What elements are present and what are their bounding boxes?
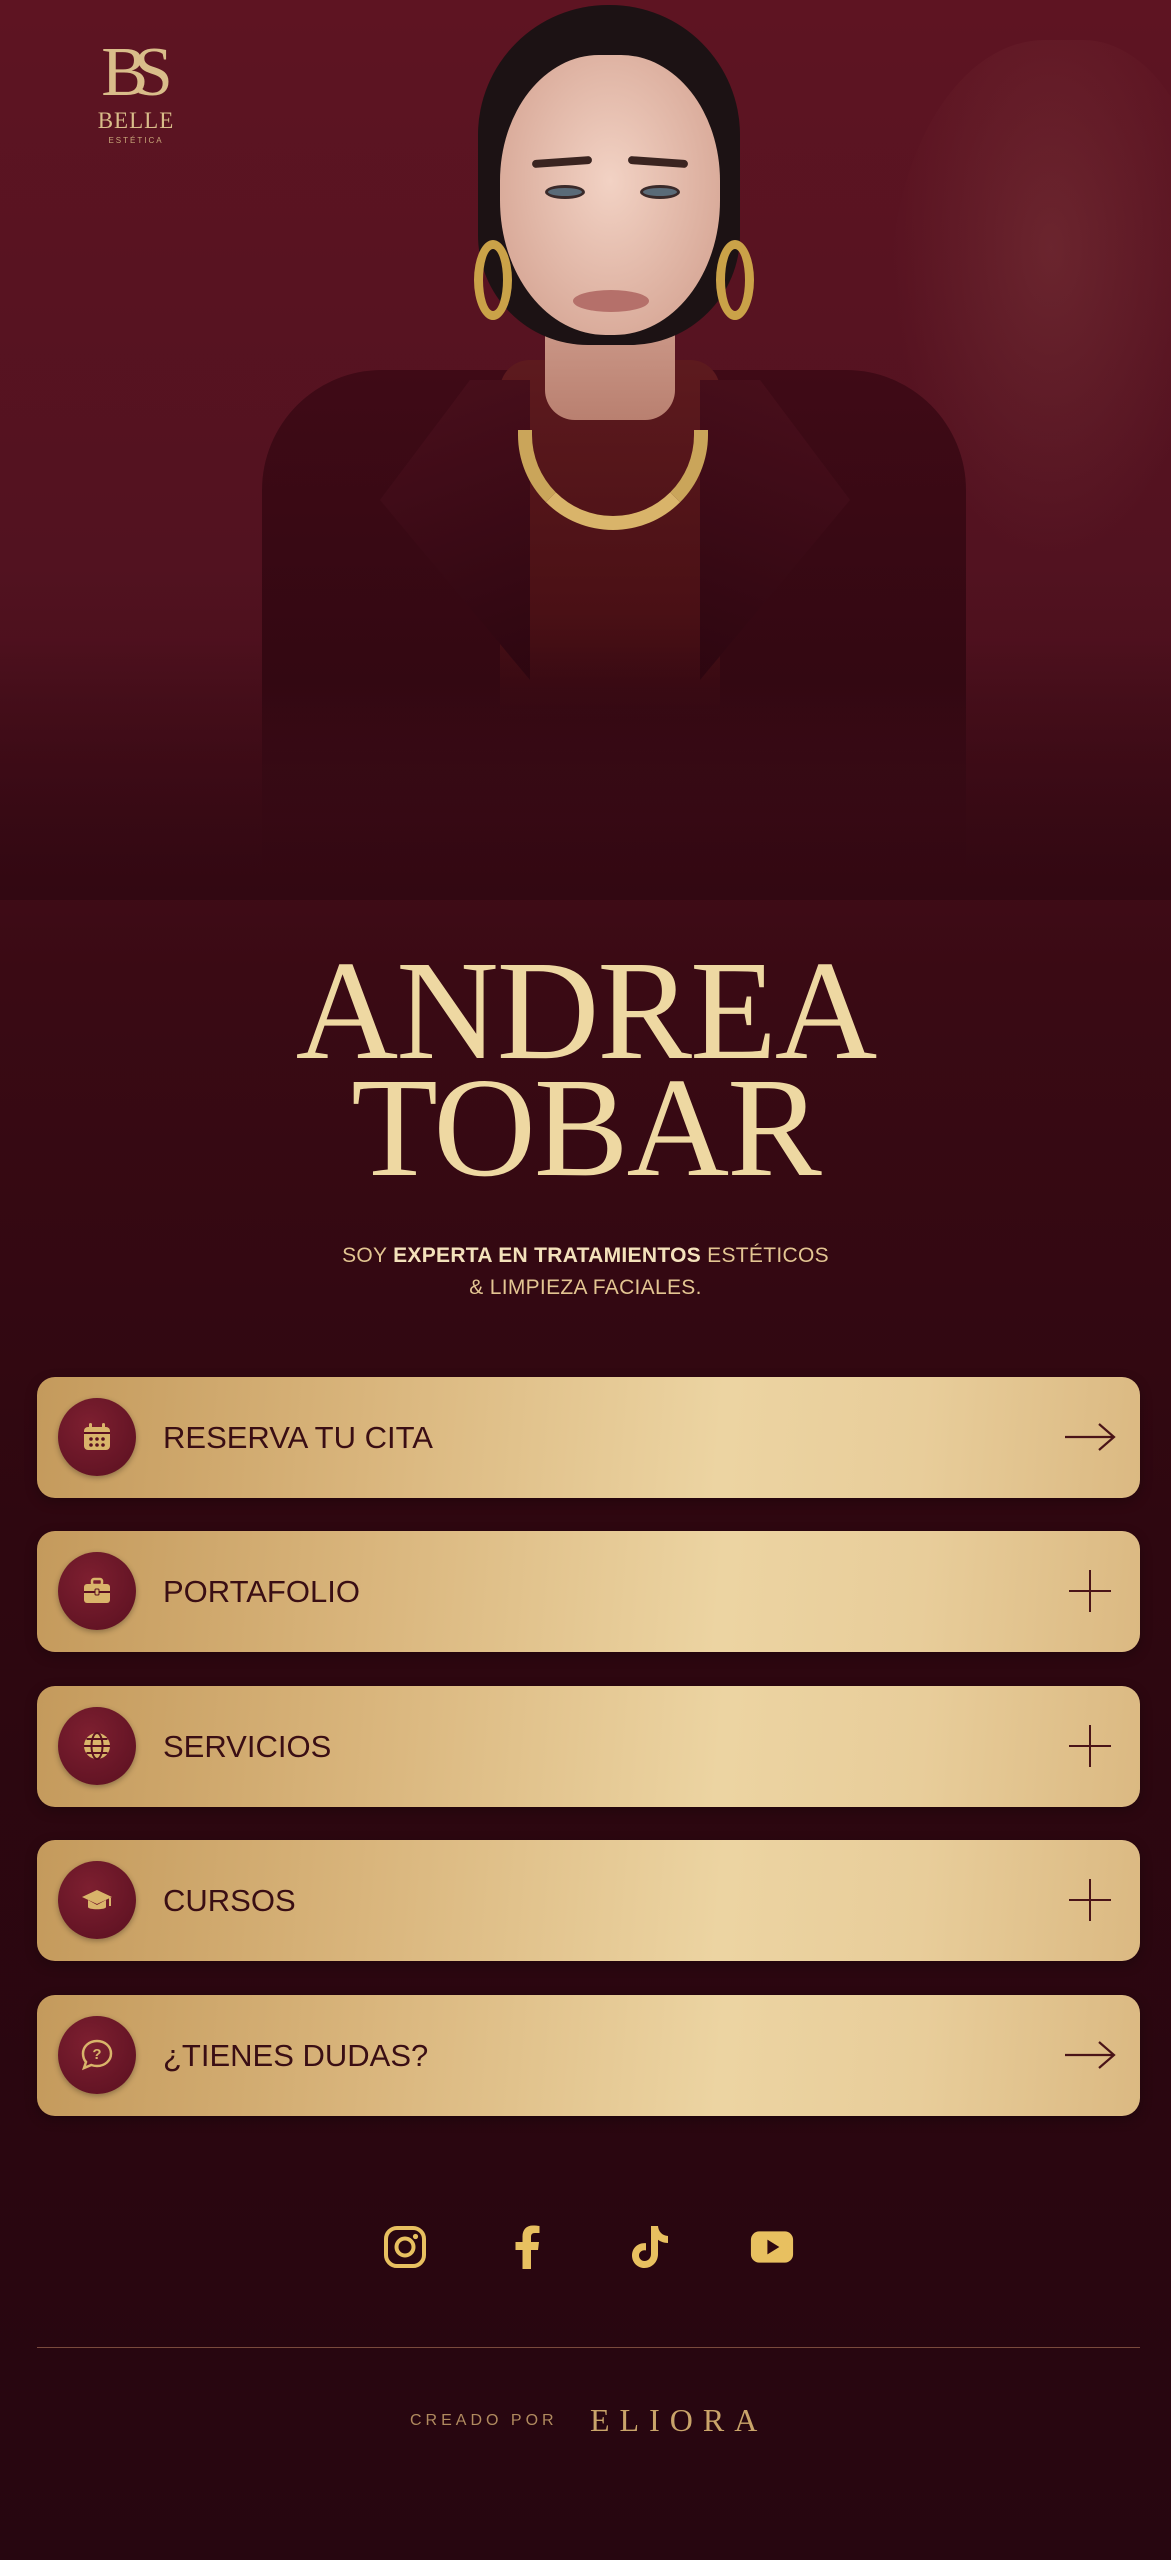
youtube-icon[interactable] (750, 2225, 794, 2269)
servicios-button[interactable]: SERVICIOS (37, 1686, 1140, 1807)
button-label: RESERVA TU CITA (163, 1420, 433, 1455)
lips (573, 290, 649, 312)
tagline-part1: SOY (342, 1244, 394, 1267)
button-label: CURSOS (163, 1883, 296, 1918)
tagline-bold: EXPERTA EN TRATAMIENTOS (393, 1244, 702, 1267)
logo-subtitle: ESTÉTICA (108, 136, 164, 145)
plus-icon (1060, 1561, 1120, 1621)
creator-brand-link[interactable]: ELIORA (590, 2402, 767, 2439)
briefcase-icon (58, 1552, 136, 1630)
hero-fade (0, 640, 1171, 900)
tienes-dudas-button[interactable]: ? ¿TIENES DUDAS? (37, 1995, 1140, 2116)
tiktok-icon[interactable] (628, 2225, 672, 2269)
created-by-label: CREADO POR (410, 2412, 558, 2429)
cursos-button[interactable]: CURSOS (37, 1840, 1140, 1961)
tagline: SOY EXPERTA EN TRATAMIENTOS ESTÉTICOS & … (0, 1240, 1171, 1304)
instagram-icon[interactable] (383, 2225, 427, 2269)
tagline-line2: & LIMPIEZA FACIALES. (469, 1276, 702, 1299)
logo-monogram: BS (101, 34, 173, 111)
calendar-icon (58, 1398, 136, 1476)
svg-text:?: ? (92, 2046, 101, 2063)
right-earring (716, 240, 754, 320)
left-eye (545, 185, 585, 199)
globe-icon (58, 1707, 136, 1785)
brand-logo: BS BELLE ESTÉTICA (92, 34, 180, 146)
graduation-cap-icon (58, 1861, 136, 1939)
last-name: TOBAR (351, 1048, 822, 1206)
reserva-cita-button[interactable]: RESERVA TU CITA (37, 1377, 1140, 1498)
logo-name: BELLE (97, 108, 175, 133)
button-label: ¿TIENES DUDAS? (163, 2038, 429, 2073)
arrow-right-icon (1060, 2025, 1120, 2085)
facebook-icon[interactable] (505, 2225, 549, 2269)
portafolio-button[interactable]: PORTAFOLIO (37, 1531, 1140, 1652)
tagline-part2: ESTÉTICOS (701, 1244, 829, 1267)
footer-divider (37, 2347, 1140, 2348)
left-earring (474, 240, 512, 320)
question-icon: ? (58, 2016, 136, 2094)
arrow-right-icon (1060, 1407, 1120, 1467)
plus-icon (1060, 1870, 1120, 1930)
button-label: SERVICIOS (163, 1729, 332, 1764)
button-label: PORTAFOLIO (163, 1574, 360, 1609)
plus-icon (1060, 1716, 1120, 1776)
right-eye (640, 185, 680, 199)
